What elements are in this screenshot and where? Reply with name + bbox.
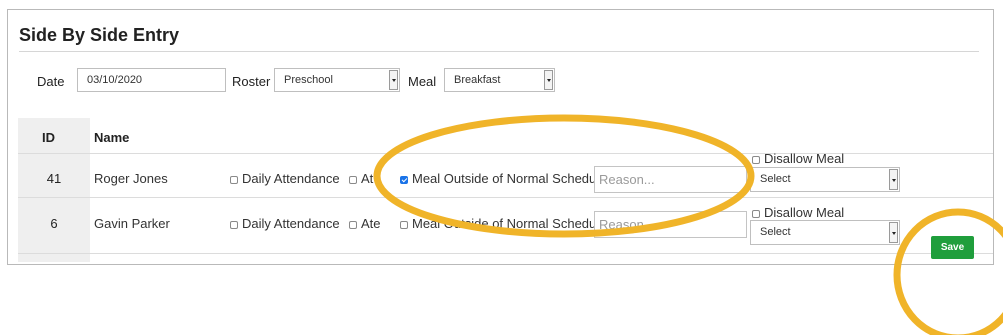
disallow-meal-label: Disallow Meal [764, 151, 845, 166]
ate-checkbox[interactable]: Ate [349, 216, 381, 231]
row-id: 41 [46, 171, 62, 186]
roster-select[interactable]: Preschool [274, 68, 400, 92]
daily-attendance-checkbox[interactable]: Daily Attendance [230, 171, 340, 186]
meal-value: Breakfast [454, 74, 501, 86]
ate-label: Ate [361, 216, 381, 231]
reason-input[interactable] [594, 166, 747, 193]
checkbox-icon [752, 156, 760, 164]
chevron-down-icon [389, 70, 398, 90]
roster-label: Roster [232, 74, 271, 89]
date-field[interactable]: 03/10/2020 [77, 68, 226, 92]
date-label: Date [37, 74, 65, 89]
side-by-side-entry-panel: Side By Side Entry Date 03/10/2020 Roste… [7, 9, 994, 265]
chevron-down-icon [889, 222, 898, 243]
checkbox-icon [230, 221, 238, 229]
select-value: Select [760, 173, 791, 185]
header-divider [18, 153, 993, 154]
page-title: Side By Side Entry [19, 25, 180, 45]
disallow-meal-checkbox[interactable]: Disallow Meal [752, 151, 844, 166]
reason-input[interactable] [594, 211, 747, 238]
disallow-meal-checkbox[interactable]: Disallow Meal [752, 205, 844, 220]
daily-attendance-label: Daily Attendance [242, 171, 340, 186]
row-divider [18, 197, 993, 198]
checkbox-icon [752, 210, 760, 218]
chevron-down-icon [544, 70, 553, 90]
meal-outside-schedule-checkbox[interactable]: Meal Outside of Normal Schedule [400, 216, 606, 231]
meal-label: Meal [408, 74, 437, 89]
save-button[interactable]: Save [931, 236, 974, 259]
meal-select[interactable]: Breakfast [444, 68, 555, 92]
row-name: Gavin Parker [94, 216, 170, 231]
column-header-id: ID [42, 130, 55, 145]
checkbox-icon [349, 221, 357, 229]
row-id: 6 [50, 216, 58, 231]
roster-value: Preschool [284, 74, 333, 86]
row-divider [18, 253, 993, 254]
disallow-meal-select[interactable]: Select [750, 220, 900, 245]
column-header-name: Name [94, 130, 130, 145]
select-value: Select [760, 226, 791, 238]
disallow-meal-label: Disallow Meal [764, 205, 845, 220]
checkbox-icon [230, 176, 238, 184]
ate-label: At [361, 171, 374, 186]
disallow-meal-select[interactable]: Select [750, 167, 900, 192]
daily-attendance-checkbox[interactable]: Daily Attendance [230, 216, 340, 231]
checkbox-icon [349, 176, 357, 184]
date-value: 03/10/2020 [87, 74, 143, 86]
row-name: Roger Jones [94, 171, 168, 186]
meal-outside-schedule-label: Meal Outside of Normal Schedule [412, 216, 607, 231]
daily-attendance-label: Daily Attendance [242, 216, 340, 231]
checkbox-icon [400, 221, 408, 229]
chevron-down-icon [889, 169, 898, 190]
meal-outside-schedule-checkbox[interactable]: Meal Outside of Normal Schedule [400, 171, 606, 186]
title-divider [19, 51, 979, 52]
checkbox-checked-icon [400, 176, 408, 184]
ate-checkbox[interactable]: At [349, 171, 373, 186]
meal-outside-schedule-label: Meal Outside of Normal Schedule [412, 171, 607, 186]
